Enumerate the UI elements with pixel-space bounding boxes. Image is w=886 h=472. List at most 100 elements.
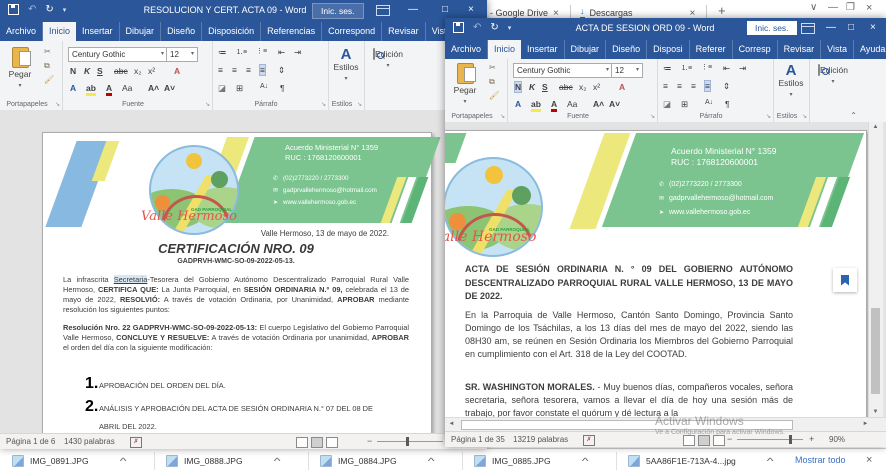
print-layout-icon[interactable] bbox=[311, 437, 323, 448]
ribbon-tab[interactable]: Vista bbox=[821, 40, 854, 59]
superscript-button[interactable]: x² bbox=[593, 82, 600, 92]
close-button[interactable]: × bbox=[468, 4, 474, 15]
qat-customize-icon[interactable]: ▾ bbox=[508, 24, 512, 32]
font-size-box[interactable]: ▾ 12 bbox=[611, 63, 643, 78]
dialog-launcher-icon[interactable]: ↘ bbox=[766, 113, 771, 120]
close-tab-icon[interactable]: × bbox=[690, 8, 696, 19]
zoom-slider-thumb[interactable] bbox=[406, 437, 409, 446]
ribbon-display-options-icon[interactable] bbox=[801, 23, 815, 34]
chevron-up-icon[interactable]: ^ bbox=[581, 456, 588, 466]
font-name-box[interactable]: ▾ Century Gothic bbox=[513, 63, 613, 78]
format-painter-icon[interactable]: 🖌 bbox=[44, 75, 54, 84]
shading-icon[interactable]: ◪ bbox=[663, 99, 671, 110]
ribbon-tab[interactable]: Archivo bbox=[0, 22, 43, 41]
ribbon-tab[interactable]: Referencias bbox=[261, 22, 322, 41]
dialog-launcher-icon[interactable]: ↘ bbox=[357, 101, 362, 108]
editing-button[interactable]: Edición ▾ bbox=[813, 65, 853, 85]
highlight-color-icon[interactable]: ab bbox=[86, 83, 96, 96]
italic-button[interactable]: K bbox=[84, 66, 90, 76]
dialog-launcher-icon[interactable]: ↘ bbox=[802, 113, 807, 120]
multilevel-list-icon[interactable]: ⋮≡ bbox=[701, 63, 712, 71]
bullets-icon[interactable]: ≔ bbox=[218, 47, 227, 58]
change-case-icon[interactable]: Aa bbox=[567, 99, 577, 109]
align-left-icon[interactable]: ≡ bbox=[663, 81, 668, 91]
sign-in-button[interactable]: Inic. ses. bbox=[747, 21, 797, 35]
align-center-icon[interactable]: ≡ bbox=[232, 65, 237, 75]
print-layout-icon[interactable] bbox=[698, 435, 710, 446]
borders-icon[interactable]: ⊞ bbox=[236, 83, 243, 94]
paste-button[interactable]: Pegar ▾ bbox=[4, 47, 36, 89]
minimize-button[interactable]: — bbox=[408, 4, 418, 15]
copy-icon[interactable]: ⧉ bbox=[44, 61, 50, 71]
bookmark-flag[interactable] bbox=[833, 268, 857, 292]
ribbon-tab[interactable]: Disposi bbox=[647, 40, 690, 59]
ribbon-tab[interactable]: Revisar bbox=[778, 40, 822, 59]
editing-button[interactable]: Edición ▾ bbox=[368, 49, 408, 69]
maximize-button[interactable]: □ bbox=[848, 22, 854, 33]
subscript-button[interactable]: x₂ bbox=[579, 82, 587, 92]
strikethrough-button[interactable]: abc bbox=[559, 82, 573, 92]
font-color-icon[interactable]: A bbox=[106, 83, 112, 96]
styles-button[interactable]: A Estilos ▾ bbox=[330, 47, 362, 82]
align-left-icon[interactable]: ≡ bbox=[218, 65, 223, 75]
dialog-launcher-icon[interactable]: ↘ bbox=[321, 101, 326, 108]
chevron-up-icon[interactable]: ^ bbox=[767, 456, 774, 466]
close-tab-icon[interactable]: × bbox=[553, 8, 559, 19]
ribbon-tab[interactable]: Insertar bbox=[521, 40, 565, 59]
undo-icon[interactable]: ↶ bbox=[28, 4, 36, 15]
increase-indent-icon[interactable]: ⇥ bbox=[739, 63, 746, 74]
grow-font-icon[interactable]: A˄ bbox=[148, 83, 159, 93]
shrink-font-icon[interactable]: A˅ bbox=[609, 99, 620, 109]
zoom-out-icon[interactable]: − bbox=[367, 436, 372, 446]
close-downloads-bar-icon[interactable]: × bbox=[866, 454, 872, 466]
maximize-button[interactable]: □ bbox=[442, 4, 448, 15]
minimize-button[interactable]: — bbox=[826, 22, 836, 33]
ribbon-tab[interactable]: Inicio bbox=[488, 40, 521, 59]
numbering-icon[interactable]: ⒈≡ bbox=[681, 63, 692, 73]
ribbon-tab[interactable]: Diseño bbox=[606, 40, 647, 59]
bold-button[interactable]: N bbox=[515, 82, 521, 92]
sign-in-button[interactable]: Inic. ses. bbox=[312, 3, 364, 19]
format-painter-icon[interactable]: 🖌 bbox=[489, 91, 499, 100]
align-right-icon[interactable]: ≡ bbox=[691, 81, 696, 91]
numbering-icon[interactable]: ⒈≡ bbox=[236, 47, 247, 57]
ribbon-tab[interactable]: Referer bbox=[690, 40, 733, 59]
clear-formatting-icon[interactable]: A bbox=[619, 82, 625, 92]
highlight-color-icon[interactable]: ab bbox=[531, 99, 541, 112]
page-indicator[interactable]: Página 1 de 35 bbox=[451, 435, 505, 444]
hyperlink-text[interactable]: Secretaria bbox=[114, 275, 148, 284]
download-item[interactable]: IMG_0885.JPG ^ bbox=[466, 449, 587, 472]
undo-icon[interactable]: ↶ bbox=[473, 22, 481, 33]
copy-icon[interactable]: ⧉ bbox=[489, 77, 495, 87]
ribbon-tab[interactable]: Disposición bbox=[202, 22, 261, 41]
align-center-icon[interactable]: ≡ bbox=[677, 81, 682, 91]
pilcrow-icon[interactable]: ¶ bbox=[725, 99, 730, 109]
ribbon-tab[interactable]: Insertar bbox=[76, 22, 120, 41]
proofing-errors-icon[interactable]: ✗ bbox=[130, 437, 142, 448]
strikethrough-button[interactable]: abc bbox=[114, 66, 128, 76]
ribbon-tab[interactable]: Archivo bbox=[445, 40, 488, 59]
dialog-launcher-icon[interactable]: ↘ bbox=[650, 113, 655, 120]
font-name-box[interactable]: ▾ Century Gothic bbox=[68, 47, 168, 62]
paste-button[interactable]: Pegar ▾ bbox=[449, 63, 481, 105]
borders-icon[interactable]: ⊞ bbox=[681, 99, 688, 110]
new-tab-button[interactable]: + bbox=[718, 3, 726, 18]
horizontal-scrollbar[interactable]: ◄ ► bbox=[445, 417, 886, 431]
underline-button[interactable]: S bbox=[542, 82, 548, 92]
download-item[interactable]: IMG_0891.JPG ^ bbox=[4, 449, 125, 472]
read-mode-icon[interactable] bbox=[296, 437, 308, 448]
ribbon-display-options-icon[interactable] bbox=[376, 5, 390, 16]
redo-icon[interactable]: ↻ bbox=[45, 4, 53, 15]
line-spacing-icon[interactable]: ⇕ bbox=[278, 65, 285, 76]
shading-icon[interactable]: ◪ bbox=[218, 83, 226, 94]
line-spacing-icon[interactable]: ⇕ bbox=[723, 81, 730, 92]
save-icon[interactable] bbox=[8, 4, 19, 15]
zoom-slider[interactable] bbox=[377, 441, 443, 442]
bold-button[interactable]: N bbox=[70, 66, 76, 76]
document-page[interactable]: Valle Hermoso GAD PARROQUIAL Acuerdo Min… bbox=[445, 130, 867, 417]
scrollbar-thumb[interactable] bbox=[461, 420, 793, 430]
decrease-indent-icon[interactable]: ⇤ bbox=[723, 63, 730, 74]
download-item[interactable]: IMG_0884.JPG ^ bbox=[312, 449, 433, 472]
zoom-out-icon[interactable]: − bbox=[727, 434, 732, 444]
zoom-slider[interactable] bbox=[737, 439, 803, 440]
